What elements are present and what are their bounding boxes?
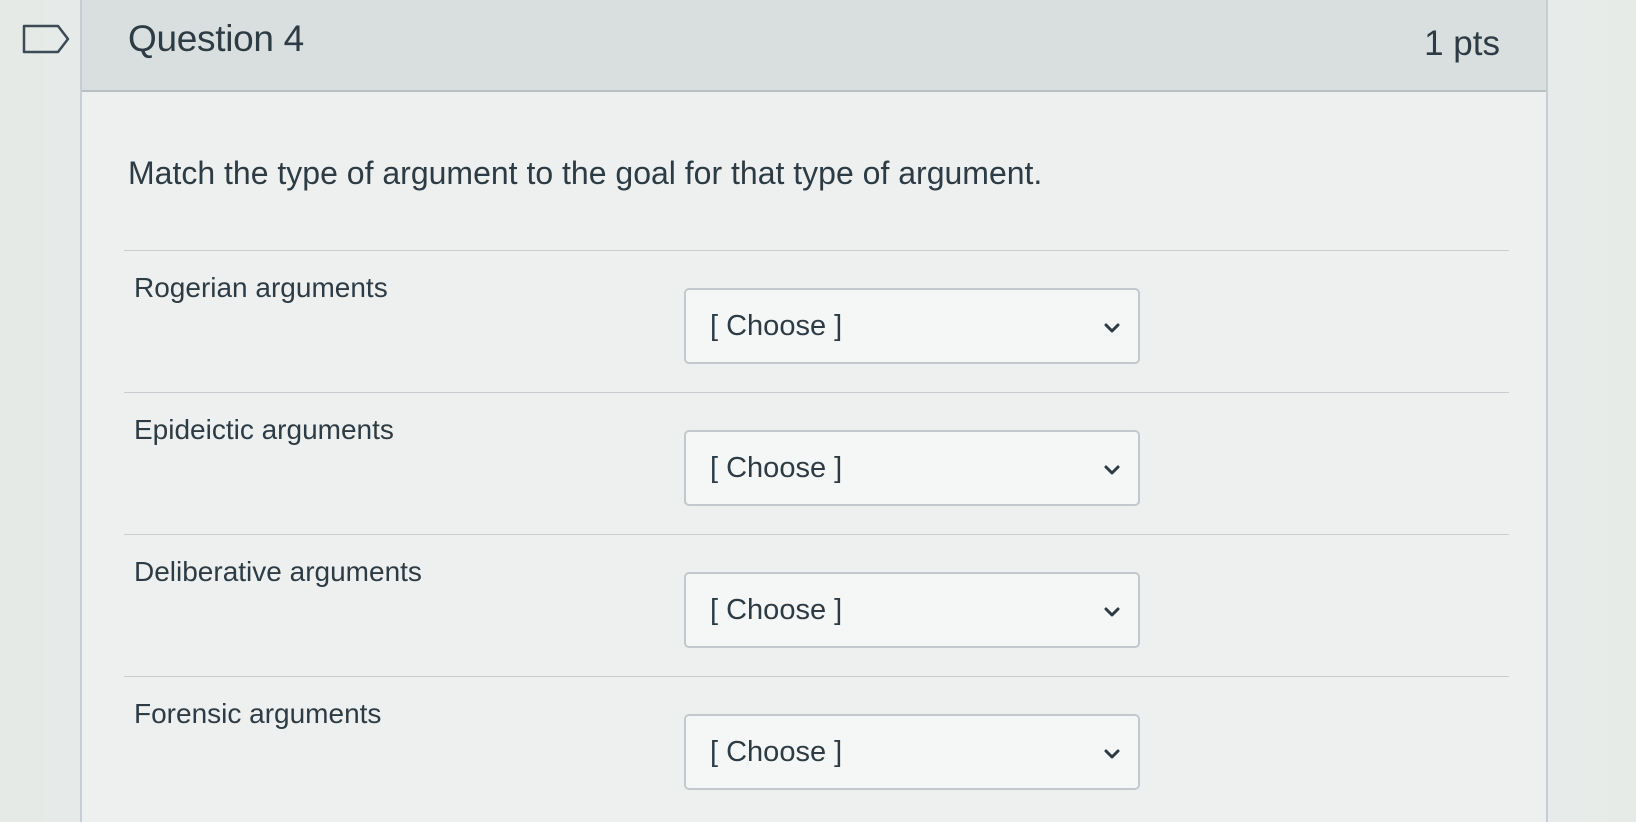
divider xyxy=(124,392,1509,393)
answer-select-deliberative[interactable]: [ Choose ] xyxy=(684,572,1140,648)
match-row-forensic: Forensic arguments [ Choose ] xyxy=(124,678,1509,818)
select-value: [ Choose ] xyxy=(710,310,843,342)
question-title: Question 4 xyxy=(128,18,304,59)
match-label: Forensic arguments xyxy=(134,698,382,729)
answer-select-epideictic[interactable]: [ Choose ] xyxy=(684,430,1140,506)
chevron-down-icon xyxy=(1104,323,1120,333)
divider xyxy=(124,534,1509,535)
divider xyxy=(124,676,1509,677)
match-label: Epideictic arguments xyxy=(134,414,394,445)
divider xyxy=(124,250,1509,251)
question-prompt: Match the type of argument to the goal f… xyxy=(128,155,1043,191)
question-card: Question 4 1 pts Match the type of argum… xyxy=(80,0,1548,822)
flag-question-icon[interactable] xyxy=(22,24,70,54)
match-label: Rogerian arguments xyxy=(134,272,388,303)
match-label: Deliberative arguments xyxy=(134,556,422,587)
question-header: Question 4 1 pts xyxy=(82,0,1546,92)
select-value: [ Choose ] xyxy=(710,736,843,768)
match-row-deliberative: Deliberative arguments [ Choose ] xyxy=(124,536,1509,676)
answer-select-rogerian[interactable]: [ Choose ] xyxy=(684,288,1140,364)
match-row-epideictic: Epideictic arguments [ Choose ] xyxy=(124,394,1509,534)
select-value: [ Choose ] xyxy=(710,594,843,626)
select-value: [ Choose ] xyxy=(710,452,843,484)
chevron-down-icon xyxy=(1104,749,1120,759)
match-row-rogerian: Rogerian arguments [ Choose ] xyxy=(124,252,1509,392)
chevron-down-icon xyxy=(1104,607,1120,617)
question-points: 1 pts xyxy=(1424,24,1500,63)
chevron-down-icon xyxy=(1104,465,1120,475)
answer-select-forensic[interactable]: [ Choose ] xyxy=(684,714,1140,790)
